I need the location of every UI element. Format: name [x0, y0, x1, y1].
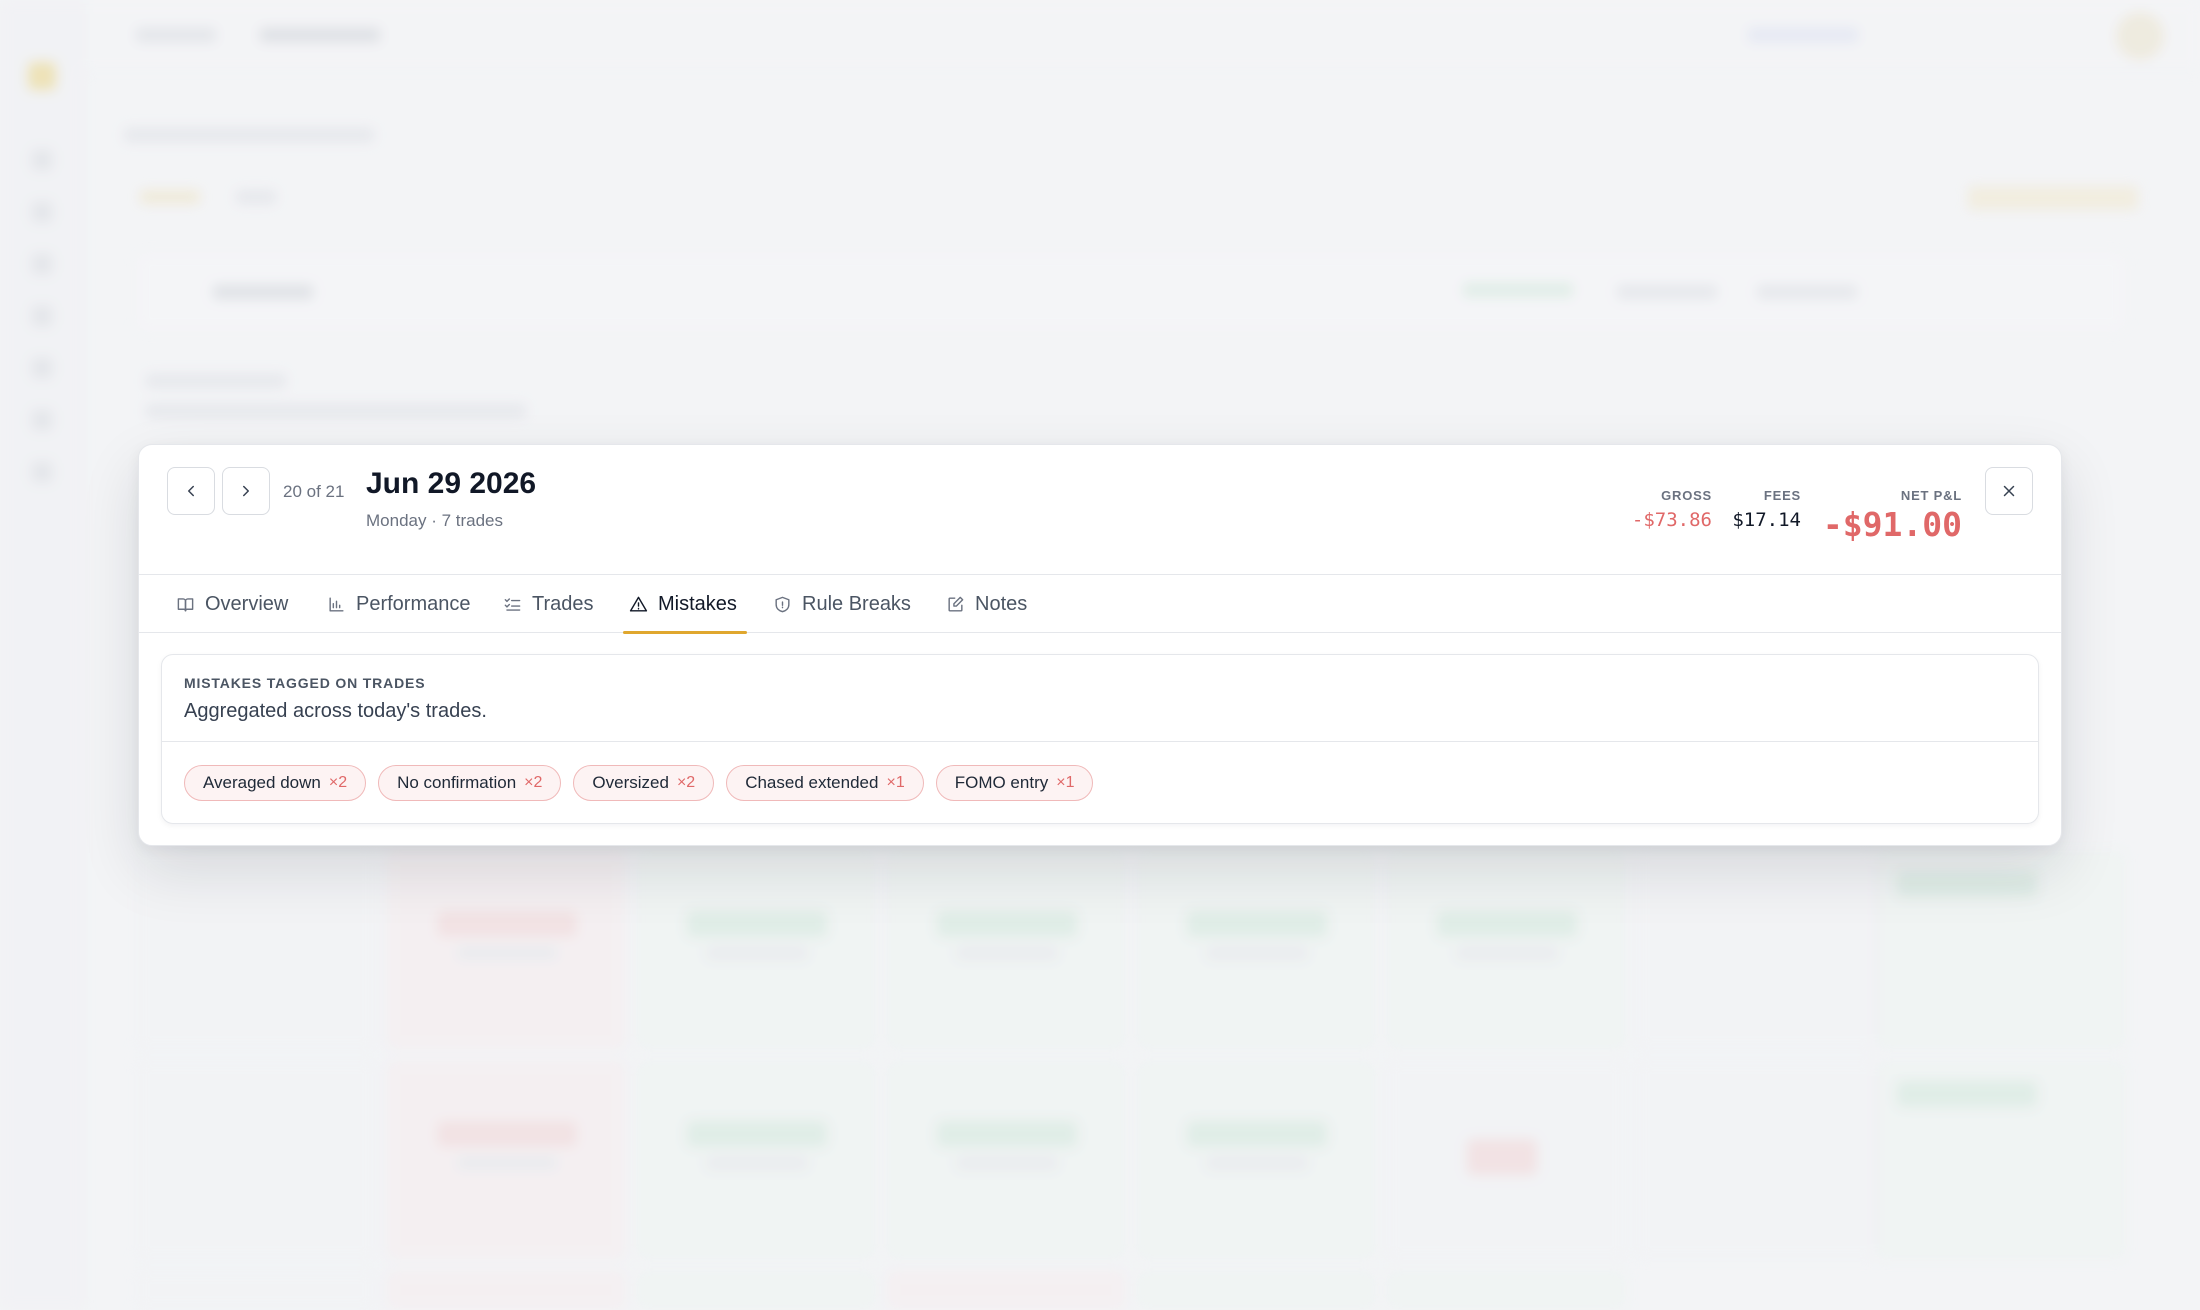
mistakes-panel-header: MISTAKES TAGGED ON TRADES Aggregated acr… [162, 655, 2038, 742]
tab-rule-breaks[interactable]: Rule Breaks [767, 575, 917, 633]
tab-label: Rule Breaks [802, 592, 911, 615]
mistake-label: Chased extended [745, 773, 879, 792]
tab-trades[interactable]: Trades [497, 575, 600, 633]
mistake-chip[interactable]: Chased extended ×1 [726, 765, 924, 801]
tab-label: Overview [205, 592, 289, 615]
mistake-label: Averaged down [203, 773, 321, 792]
mistake-label: FOMO entry [954, 773, 1049, 792]
day-detail-modal: 20 of 21 Jun 29 2026 Monday · 7 trades G… [138, 444, 2062, 846]
net-pnl-label: NET P&L [1900, 488, 1962, 503]
fees-value: $17.14 [1732, 509, 1801, 531]
chevron-right-icon [243, 485, 249, 497]
tab-label: Mistakes [658, 592, 737, 615]
mistake-count: ×2 [524, 774, 543, 791]
tab-label: Notes [975, 592, 1028, 615]
chevron-left-icon [188, 485, 194, 497]
mistake-count: ×2 [328, 774, 348, 791]
previous-day-button[interactable] [167, 467, 215, 515]
day-counter: 20 of 21 [283, 482, 345, 501]
mistake-chip[interactable]: No confirmation ×2 [378, 765, 562, 801]
close-button[interactable] [1985, 467, 2033, 515]
tab-notes[interactable]: Notes [940, 575, 1033, 633]
bar-chart-icon [329, 596, 344, 612]
tab-overview[interactable]: Overview [170, 575, 294, 633]
mistake-chip-list: Averaged down ×2 No confirmation ×2 Over… [184, 765, 1094, 801]
mistake-label: No confirmation [397, 773, 517, 792]
edit-note-icon [948, 596, 964, 612]
mistakes-description: Aggregated across today's trades. [184, 700, 487, 722]
day-subtitle: Monday · 7 trades [366, 511, 504, 530]
next-day-button[interactable] [222, 467, 270, 515]
fees-stat: FEES $17.14 [1732, 488, 1801, 531]
mistake-label: Oversized [592, 773, 669, 792]
tab-bar: Overview Performance Trades Mistakes Rul… [139, 575, 2061, 634]
fees-label: FEES [1763, 488, 1801, 503]
mistakes-panel: MISTAKES TAGGED ON TRADES Aggregated acr… [161, 654, 2039, 824]
list-check-icon [504, 597, 521, 611]
mistake-chip[interactable]: Averaged down ×2 [184, 765, 367, 801]
gross-value: -$73.86 [1631, 509, 1712, 531]
shield-icon [775, 596, 790, 612]
net-pnl-value: -$91.00 [1822, 505, 1962, 544]
mistakes-heading: MISTAKES TAGGED ON TRADES [184, 675, 426, 691]
mistake-count: ×1 [886, 774, 905, 791]
alert-triangle-icon [629, 596, 648, 612]
day-title: Jun 29 2026 [366, 467, 537, 500]
tab-performance[interactable]: Performance [321, 575, 477, 633]
mistake-chip[interactable]: Oversized ×2 [573, 765, 715, 801]
close-icon [2003, 485, 2015, 497]
net-pnl-stat: NET P&L -$91.00 [1823, 488, 1962, 544]
tab-mistakes[interactable]: Mistakes [623, 575, 747, 634]
tab-label: Performance [356, 592, 471, 615]
gross-label: GROSS [1661, 488, 1712, 503]
book-open-icon [177, 597, 194, 612]
mistake-count: ×1 [1056, 774, 1075, 791]
gross-stat: GROSS -$73.86 [1632, 488, 1712, 531]
mistake-count: ×2 [676, 774, 696, 791]
modal-header: 20 of 21 Jun 29 2026 Monday · 7 trades G… [139, 445, 2061, 575]
mistake-chip[interactable]: FOMO entry ×1 [935, 765, 1094, 801]
tab-label: Trades [532, 592, 594, 615]
